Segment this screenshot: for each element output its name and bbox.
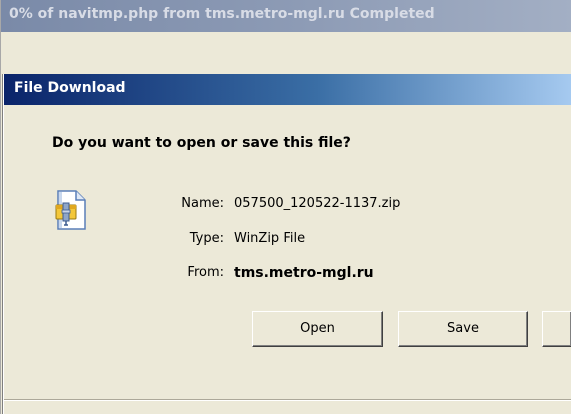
open-button[interactable]: Open [252,311,383,347]
progress-window-titlebar[interactable]: 0% of navitmp.php from tms.metro-mgl.ru … [1,0,571,32]
name-value: 057500_120522-1137.zip [234,196,401,211]
from-label: From: [187,265,224,280]
dialog-titlebar[interactable]: File Download [4,74,571,105]
winzip-file-icon [55,190,86,230]
download-question: Do you want to open or save this file? [52,135,351,151]
progress-window-title: 0% of navitmp.php from tms.metro-mgl.ru … [9,6,435,22]
file-download-dialog: File Download Do you want to open or sav… [3,74,571,414]
cancel-button[interactable] [542,311,571,347]
name-label: Name: [181,196,224,211]
type-label: Type: [189,231,224,246]
dialog-separator [4,399,571,401]
type-value: WinZip File [234,231,306,246]
from-value: tms.metro-mgl.ru [234,265,374,281]
save-button[interactable]: Save [398,311,528,347]
dialog-title: File Download [14,80,126,96]
